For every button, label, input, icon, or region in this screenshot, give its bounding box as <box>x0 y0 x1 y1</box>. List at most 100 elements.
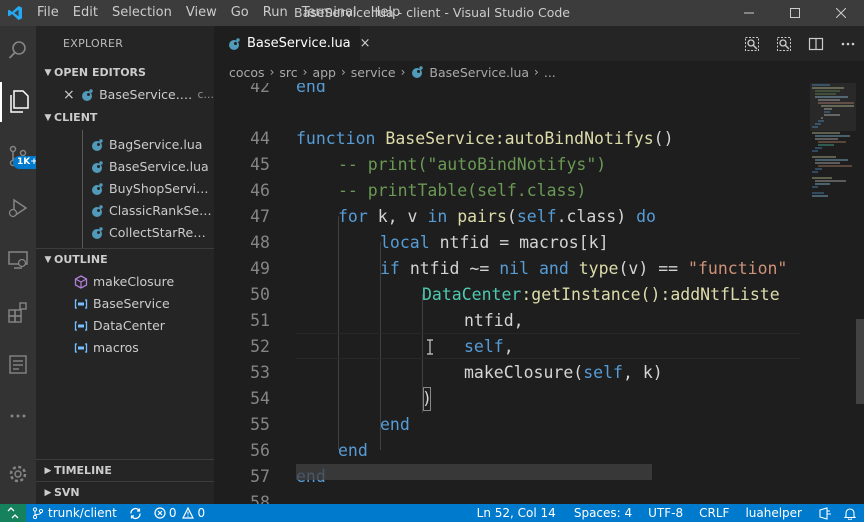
activity-more[interactable] <box>0 396 36 436</box>
error-icon <box>154 507 166 519</box>
tab-baseservice[interactable]: BaseService.lua × <box>214 26 371 61</box>
more-icon <box>10 414 26 418</box>
code-line-51: ntfid, <box>464 311 524 330</box>
breadcrumb-service[interactable]: service <box>351 65 396 80</box>
cursor-position[interactable]: Ln 52, Col 14 <box>471 504 568 522</box>
notifications-button[interactable] <box>838 504 864 522</box>
activity-extensions[interactable] <box>0 292 36 332</box>
breadcrumb-src[interactable]: src <box>279 65 297 80</box>
minimize-button[interactable] <box>726 0 772 26</box>
menu-file[interactable]: File <box>30 0 66 26</box>
menu-view[interactable]: View <box>179 0 224 26</box>
code-editor[interactable]: 42 44 45 46 47 48 49 50 51 52 53 54 55 5… <box>214 83 864 504</box>
chevron-right-icon: › <box>534 65 539 79</box>
file-item[interactable]: BagService.lua <box>36 134 214 156</box>
line-number: 56 <box>250 441 270 460</box>
svn-header[interactable]: ▶ SVN <box>36 481 214 503</box>
line-number: 55 <box>250 415 270 434</box>
activity-remote-explorer[interactable] <box>0 240 36 280</box>
editor-tabs: BaseService.lua × <box>214 26 864 61</box>
remote-indicator[interactable] <box>0 504 26 522</box>
activity-manage[interactable] <box>0 454 36 494</box>
menu-selection[interactable]: Selection <box>105 0 179 26</box>
explorer-sidebar: EXPLORER ▼ OPEN EDITORS × BaseService.lu… <box>36 26 214 504</box>
breadcrumb-app[interactable]: app <box>312 65 336 80</box>
chevron-right-icon: ▶ <box>44 465 52 476</box>
breadcrumb: cocos › src › app › service › BaseService.lu… <box>214 61 864 83</box>
outline-header[interactable]: ▼ OUTLINE <box>36 248 214 270</box>
outline-item[interactable]: macros <box>36 337 214 359</box>
menu-go[interactable]: Go <box>224 0 256 26</box>
feedback-button[interactable] <box>812 504 838 522</box>
line-number: 58 <box>250 493 270 504</box>
menu-edit[interactable]: Edit <box>66 0 105 26</box>
horizontal-scrollbar[interactable] <box>296 464 652 480</box>
menu-terminal[interactable]: Terminal <box>295 0 364 26</box>
code-line-42: end <box>296 83 326 96</box>
variable-symbol-icon <box>74 343 88 353</box>
problems-indicator[interactable]: 0 0 <box>148 504 211 522</box>
breadcrumb-symbol[interactable]: ... <box>544 65 556 80</box>
text-cursor-icon <box>427 339 433 355</box>
chevron-right-icon: ▶ <box>44 487 52 498</box>
code-line-45: -- print("autoBindNotifys") <box>338 155 607 174</box>
activity-search[interactable] <box>0 30 36 70</box>
vertical-scrollbar[interactable] <box>856 319 864 404</box>
maximize-button[interactable] <box>772 0 818 26</box>
sync-button[interactable] <box>123 507 148 520</box>
tab-label: BaseService.lua <box>247 36 351 51</box>
lua-file-icon <box>92 161 103 173</box>
lua-file-icon <box>92 205 103 217</box>
code-line-55: end <box>380 415 410 434</box>
line-number: 53 <box>250 363 270 382</box>
breadcrumb-file[interactable]: BaseService.lua <box>429 65 529 80</box>
open-editor-item[interactable]: × BaseService.lua c... <box>36 84 214 106</box>
feedback-icon <box>819 506 831 520</box>
close-window-button[interactable] <box>818 0 864 26</box>
client-folder-header[interactable]: ▼ CLIENT <box>36 107 214 129</box>
compare-button[interactable] <box>736 26 768 61</box>
file-item[interactable]: ClassicRankServi... <box>36 200 214 222</box>
remote-explorer-icon <box>8 251 28 269</box>
lua-file-icon <box>92 183 103 195</box>
outline-item[interactable]: BaseService <box>36 293 214 315</box>
code-line-50: DataCenter:getInstance():addNtfListe <box>422 285 780 304</box>
activity-test[interactable] <box>0 344 36 384</box>
file-item[interactable]: BaseService.lua <box>36 156 214 178</box>
lua-file-icon <box>229 37 240 50</box>
more-actions-button[interactable] <box>832 26 864 61</box>
language-mode[interactable]: luahelper <box>739 504 812 522</box>
timeline-header[interactable]: ▶ TIMELINE <box>36 459 214 481</box>
branch-indicator[interactable]: trunk/client <box>26 504 123 522</box>
file-item[interactable]: CollectStarRewa... <box>36 222 214 244</box>
activity-explorer[interactable] <box>0 82 36 122</box>
chevron-right-icon: › <box>302 65 308 79</box>
outline-item[interactable]: DataCenter <box>36 315 214 337</box>
variable-symbol-icon <box>74 299 88 309</box>
open-editors-header[interactable]: ▼ OPEN EDITORS <box>36 62 214 84</box>
split-editor-button[interactable] <box>800 26 832 61</box>
tab-close-icon[interactable]: × <box>360 36 371 51</box>
minimap[interactable] <box>810 83 856 504</box>
inline-compare-button[interactable] <box>768 26 800 61</box>
close-icon[interactable]: × <box>63 84 76 106</box>
encoding[interactable]: UTF-8 <box>642 504 693 522</box>
activity-bar: 1K+ <box>0 26 42 504</box>
menu-run[interactable]: Run <box>256 0 295 26</box>
code-line-56: end <box>338 441 368 460</box>
menu-help[interactable]: Help <box>364 0 408 26</box>
inline-compare-icon <box>777 36 791 51</box>
line-number: 50 <box>250 285 270 304</box>
ellipsis-icon <box>841 42 855 45</box>
chevron-down-icon: ▼ <box>44 254 52 265</box>
line-ending[interactable]: CRLF <box>693 504 739 522</box>
outline-item[interactable]: makeClosure <box>36 271 214 293</box>
gear-icon <box>9 465 27 483</box>
lua-file-icon <box>92 227 103 239</box>
activity-run-debug[interactable] <box>0 188 36 228</box>
lua-file-icon <box>412 66 424 78</box>
indentation[interactable]: Spaces: 4 <box>568 504 642 522</box>
file-item[interactable]: BuyShopService.... <box>36 178 214 200</box>
breadcrumb-cocos[interactable]: cocos <box>229 65 265 80</box>
status-bar: trunk/client 0 0 Ln 52, Col 14 Spaces: 4… <box>0 504 864 522</box>
